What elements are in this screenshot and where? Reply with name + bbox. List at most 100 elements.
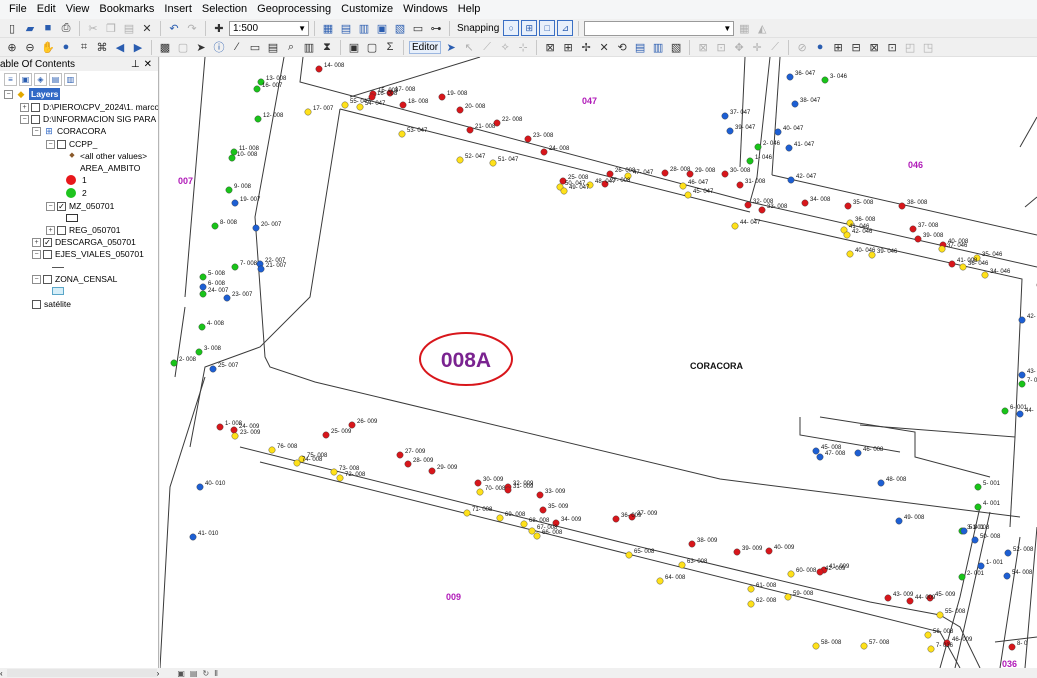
toc-item-mz[interactable]: − ✓ MZ_050701 — [46, 200, 114, 212]
layer-dropdown[interactable]: ▼ — [584, 20, 735, 36]
map-point-marker[interactable] — [536, 491, 544, 499]
close-icon[interactable]: ✕ — [144, 59, 152, 70]
copy-icon[interactable]: ❐ — [103, 20, 119, 36]
map-canvas[interactable]: 14- 00813- 00816- 00715- 00816- 00817- 0… — [160, 57, 1037, 668]
measure-icon[interactable]: ▭ — [247, 39, 263, 55]
list-by-drawing-order-icon[interactable]: ≡ — [4, 72, 17, 86]
layer-checkbox[interactable] — [43, 274, 52, 284]
topology-edit-icon[interactable]: ⊡ — [713, 39, 729, 55]
collapse-icon[interactable]: − — [32, 274, 41, 284]
map-point-marker[interactable] — [257, 265, 265, 273]
map-point-marker[interactable] — [914, 235, 922, 243]
map-point-marker[interactable] — [661, 169, 669, 177]
toc-layers-root[interactable]: − ◆ Layers — [4, 88, 61, 100]
map-point-marker[interactable] — [474, 479, 482, 487]
search-window-icon[interactable]: ▣ — [374, 20, 390, 36]
map-point-marker[interactable] — [938, 245, 946, 253]
expand-icon[interactable]: + — [20, 102, 29, 112]
map-point-marker[interactable] — [196, 483, 204, 491]
map-point-marker[interactable] — [560, 187, 568, 195]
layout-icon[interactable]: ▢ — [364, 39, 380, 55]
rotate-icon[interactable]: ⟲ — [614, 39, 630, 55]
map-point-marker[interactable] — [476, 488, 484, 496]
map-point-marker[interactable] — [801, 199, 809, 207]
map-point-marker[interactable] — [1008, 643, 1016, 651]
list-by-selection-icon[interactable]: ▤ — [49, 72, 62, 86]
map-point-marker[interactable] — [404, 460, 412, 468]
map-point-marker[interactable] — [744, 201, 752, 209]
layer-checkbox[interactable] — [32, 299, 41, 309]
save-icon[interactable]: ■ — [40, 20, 56, 36]
collapse-icon[interactable]: − — [4, 89, 13, 99]
map-point-marker[interactable] — [336, 474, 344, 482]
print-icon[interactable]: ⎙ — [58, 20, 74, 36]
map-point-marker[interactable] — [895, 517, 903, 525]
map-point-marker[interactable] — [774, 128, 782, 136]
map-point-marker[interactable] — [456, 156, 464, 164]
map-scale-select[interactable]: 1:500 ▼ — [229, 20, 309, 36]
create-features-icon[interactable]: ▧ — [668, 39, 684, 55]
map-point-marker[interactable] — [211, 222, 219, 230]
toc-item-reg[interactable]: + REG_050701 — [46, 224, 121, 236]
layout-view-icon[interactable]: ▤ — [190, 669, 198, 678]
map-point-marker[interactable] — [909, 225, 917, 233]
map-point-marker[interactable] — [252, 224, 260, 232]
map-point-marker[interactable] — [927, 645, 935, 653]
map-point-marker[interactable] — [684, 191, 692, 199]
toc-item-informacion-sig[interactable]: − D:\INFORMACION SIG PARA T — [20, 113, 158, 125]
map-point-marker[interactable] — [959, 263, 967, 271]
map-point-marker[interactable] — [466, 126, 474, 134]
map-point-marker[interactable] — [726, 127, 734, 135]
map-point-marker[interactable] — [936, 611, 944, 619]
fixed-zoom-out-icon[interactable]: ⌘ — [94, 39, 110, 55]
map-point-marker[interactable] — [539, 506, 547, 514]
menu-customize[interactable]: Customize — [336, 0, 398, 19]
map-point-marker[interactable] — [398, 130, 406, 138]
back-extent-icon[interactable]: ◀ — [112, 39, 128, 55]
map-point-marker[interactable] — [812, 642, 820, 650]
toc-item-satelite[interactable]: satélite — [32, 298, 71, 310]
open-icon[interactable]: ▰ — [22, 20, 38, 36]
map-point-marker[interactable] — [225, 186, 233, 194]
map-point-marker[interactable] — [231, 432, 239, 440]
undo-icon[interactable]: ↶ — [166, 20, 182, 36]
map-point-marker[interactable] — [304, 108, 312, 116]
delete-icon[interactable]: ✕ — [139, 20, 155, 36]
toc-item-ejes-viales[interactable]: − EJES_VIALES_050701 — [32, 248, 144, 260]
map-point-marker[interactable] — [758, 206, 766, 214]
arctoolbox-icon[interactable]: ▧ — [392, 20, 408, 36]
select-features-icon[interactable]: ▩ — [157, 39, 173, 55]
fixed-zoom-in-icon[interactable]: ⌗ — [76, 39, 92, 55]
map-point-marker[interactable] — [322, 431, 330, 439]
layer-checkbox[interactable]: ✓ — [43, 237, 52, 247]
layer-checkbox[interactable] — [57, 139, 66, 149]
map-point-marker[interactable] — [1003, 572, 1011, 580]
table-tool-icon[interactable]: ⊡ — [884, 39, 900, 55]
map-point-marker[interactable] — [520, 520, 528, 528]
map-point-marker[interactable] — [223, 294, 231, 302]
map-point-marker[interactable] — [348, 421, 356, 429]
toc-item-piero[interactable]: + D:\PIERO\CPV_2024\1. marco - — [20, 101, 158, 113]
map-point-marker[interactable] — [504, 486, 512, 494]
point-snapping-icon[interactable]: ○ — [503, 20, 520, 36]
table-of-contents-icon[interactable]: ▤ — [338, 20, 354, 36]
list-by-visibility-icon[interactable]: ◈ — [34, 72, 47, 86]
map-point-marker[interactable] — [199, 283, 207, 291]
edit-vertices-icon[interactable]: ⊠ — [542, 39, 558, 55]
menu-edit[interactable]: Edit — [32, 0, 61, 19]
map-point-marker[interactable] — [195, 348, 203, 356]
zoom-in-icon[interactable]: ⊕ — [4, 39, 20, 55]
map-point-marker[interactable] — [528, 527, 536, 535]
map-point-marker[interactable] — [747, 600, 755, 608]
map-point-marker[interactable] — [170, 359, 178, 367]
map-point-marker[interactable] — [330, 468, 338, 476]
map-point-marker[interactable] — [786, 73, 794, 81]
map-point-marker[interactable] — [785, 144, 793, 152]
select-elements-icon[interactable]: ➤ — [193, 39, 209, 55]
list-by-source-icon[interactable]: ▣ — [19, 72, 32, 86]
editor-toolbar-icon[interactable]: ▦ — [320, 20, 336, 36]
toc-item-coracora[interactable]: − ⊞ CORACORA — [32, 125, 106, 137]
map-point-marker[interactable] — [199, 290, 207, 298]
options-icon[interactable]: ▥ — [64, 72, 77, 86]
map-point-marker[interactable] — [843, 231, 851, 239]
